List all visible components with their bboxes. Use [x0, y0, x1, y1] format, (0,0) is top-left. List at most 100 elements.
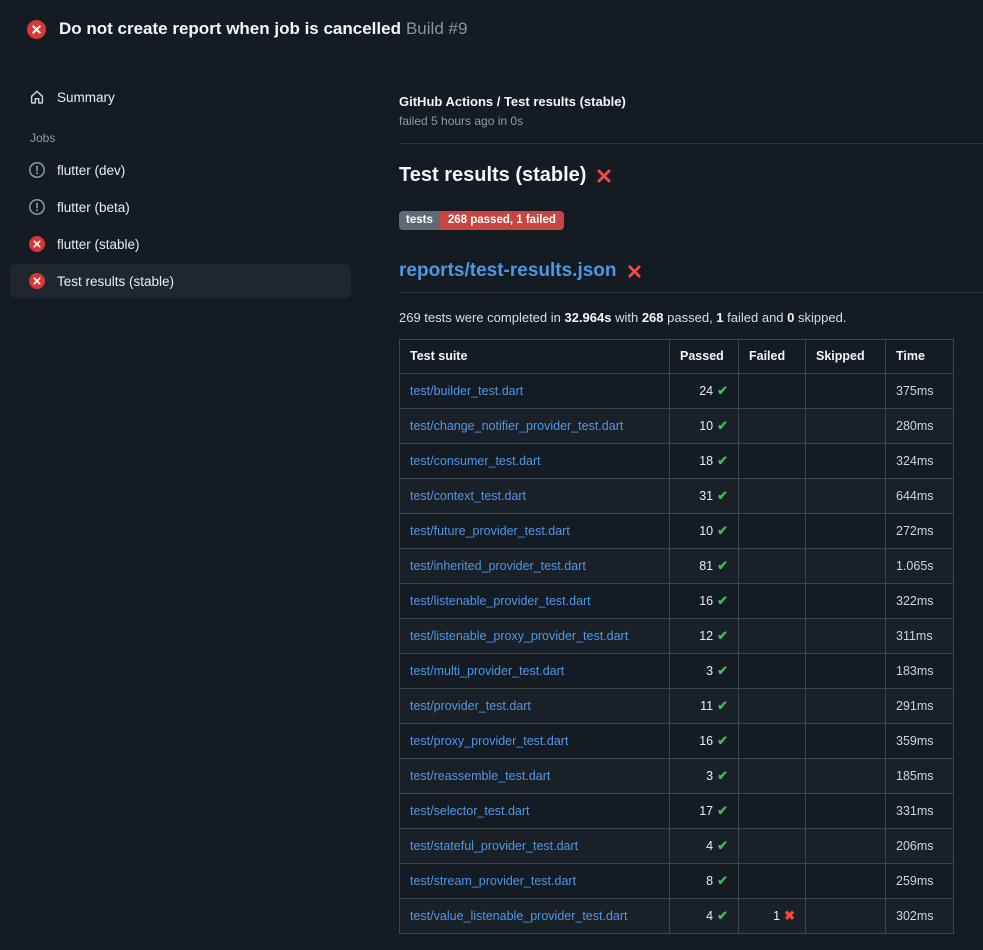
test-suite-link[interactable]: test/value_listenable_provider_test.dart [410, 909, 628, 923]
time-cell: 331ms [886, 794, 954, 829]
suite-cell: test/consumer_test.dart [400, 444, 670, 479]
passed-cell: 18✔ [670, 444, 739, 479]
test-suite-link[interactable]: test/inherited_provider_test.dart [410, 559, 586, 573]
table-row: test/stream_provider_test.dart8✔259ms [400, 864, 954, 899]
test-suite-link[interactable]: test/selector_test.dart [410, 804, 530, 818]
check-icon: ✔ [717, 908, 728, 923]
suite-cell: test/value_listenable_provider_test.dart [400, 899, 670, 934]
suite-cell: test/future_provider_test.dart [400, 514, 670, 549]
check-icon: ✔ [717, 873, 728, 888]
sidebar-item-label: flutter (dev) [57, 163, 125, 178]
suite-cell: test/change_notifier_provider_test.dart [400, 409, 670, 444]
failed-cell [739, 829, 806, 864]
check-icon: ✔ [717, 488, 728, 503]
time-cell: 183ms [886, 654, 954, 689]
time-cell: 280ms [886, 409, 954, 444]
check-icon: ✔ [717, 838, 728, 853]
skipped-cell [806, 724, 886, 759]
table-row: test/multi_provider_test.dart3✔183ms [400, 654, 954, 689]
skipped-cell [806, 619, 886, 654]
build-number: Build #9 [406, 19, 467, 38]
passed-cell: 10✔ [670, 514, 739, 549]
column-header: Skipped [806, 340, 886, 374]
sidebar-item-job[interactable]: flutter (stable) [10, 227, 351, 261]
time-cell: 291ms [886, 689, 954, 724]
red-x-icon [627, 264, 642, 279]
test-suite-link[interactable]: test/builder_test.dart [410, 384, 523, 398]
failed-cell [739, 794, 806, 829]
time-cell: 311ms [886, 619, 954, 654]
suite-cell: test/listenable_provider_test.dart [400, 584, 670, 619]
table-row: test/proxy_provider_test.dart16✔359ms [400, 724, 954, 759]
skipped-cell [806, 584, 886, 619]
report-title: reports/test-results.json [399, 260, 983, 293]
sidebar-item-job[interactable]: flutter (beta) [10, 190, 351, 224]
time-cell: 259ms [886, 864, 954, 899]
sidebar-item-summary[interactable]: Summary [10, 80, 351, 114]
suite-cell: test/multi_provider_test.dart [400, 654, 670, 689]
table-row: test/reassemble_test.dart3✔185ms [400, 759, 954, 794]
time-cell: 206ms [886, 829, 954, 864]
failed-cell [739, 759, 806, 794]
test-suite-link[interactable]: test/stream_provider_test.dart [410, 874, 576, 888]
test-suite-link[interactable]: test/listenable_provider_test.dart [410, 594, 591, 608]
report-title-link[interactable]: reports/test-results.json [399, 260, 617, 282]
check-icon: ✔ [717, 418, 728, 433]
test-suite-link[interactable]: test/consumer_test.dart [410, 454, 541, 468]
suite-cell: test/selector_test.dart [400, 794, 670, 829]
test-suite-link[interactable]: test/proxy_provider_test.dart [410, 734, 568, 748]
passed-cell: 31✔ [670, 479, 739, 514]
time-cell: 322ms [886, 584, 954, 619]
skipped-cell [806, 549, 886, 584]
skipped-cell [806, 374, 886, 409]
failed-cell [739, 724, 806, 759]
check-icon: ✔ [717, 698, 728, 713]
check-icon: ✔ [717, 768, 728, 783]
test-suite-link[interactable]: test/stateful_provider_test.dart [410, 839, 578, 853]
failed-cell [739, 374, 806, 409]
test-suite-link[interactable]: test/provider_test.dart [410, 699, 531, 713]
test-suite-link[interactable]: test/reassemble_test.dart [410, 769, 550, 783]
suite-cell: test/stream_provider_test.dart [400, 864, 670, 899]
time-cell: 272ms [886, 514, 954, 549]
time-cell: 1.065s [886, 549, 954, 584]
summary-stat: 1 [716, 310, 723, 325]
table-row: test/consumer_test.dart 18✔ 324ms [400, 444, 954, 479]
passed-cell: 81✔ [670, 549, 739, 584]
table-row: test/provider_test.dart11✔291ms [400, 689, 954, 724]
run-meta: failed 5 hours ago in 0s [399, 114, 983, 128]
check-run-page: Do not create report when job is cancell… [0, 0, 983, 934]
test-suite-link[interactable]: test/listenable_proxy_provider_test.dart [410, 629, 628, 643]
page-header: Do not create report when job is cancell… [0, 0, 983, 56]
suite-cell: test/proxy_provider_test.dart [400, 724, 670, 759]
column-header: Time [886, 340, 954, 374]
section-title-text: Test results (stable) [399, 164, 586, 187]
skipped-cell [806, 864, 886, 899]
divider [399, 143, 983, 144]
check-icon: ✔ [717, 453, 728, 468]
sidebar-item-job[interactable]: flutter (dev) [10, 153, 351, 187]
table-row: test/value_listenable_provider_test.dart… [400, 899, 954, 934]
sidebar-item-label: flutter (stable) [57, 237, 140, 252]
column-header: Failed [739, 340, 806, 374]
time-cell: 375ms [886, 374, 954, 409]
passed-cell: 4✔ [670, 899, 739, 934]
test-suite-link[interactable]: test/context_test.dart [410, 489, 526, 503]
skipped-cell [806, 829, 886, 864]
sidebar-item-label: flutter (beta) [57, 200, 130, 215]
skipped-cell [806, 654, 886, 689]
time-cell: 324ms [886, 444, 954, 479]
passed-cell: 16✔ [670, 724, 739, 759]
test-suite-link[interactable]: test/change_notifier_provider_test.dart [410, 419, 623, 433]
test-suite-link[interactable]: test/multi_provider_test.dart [410, 664, 564, 678]
x-circle-icon [29, 273, 45, 289]
time-cell: 185ms [886, 759, 954, 794]
failed-cell: 1✖ [739, 899, 806, 934]
badge-label: tests [399, 211, 440, 230]
sidebar-item-job[interactable]: Test results (stable) [10, 264, 351, 298]
test-suite-link[interactable]: test/future_provider_test.dart [410, 524, 570, 538]
suite-cell: test/inherited_provider_test.dart [400, 549, 670, 584]
passed-cell: 4✔ [670, 829, 739, 864]
table-row: test/listenable_provider_test.dart16✔322… [400, 584, 954, 619]
time-cell: 302ms [886, 899, 954, 934]
